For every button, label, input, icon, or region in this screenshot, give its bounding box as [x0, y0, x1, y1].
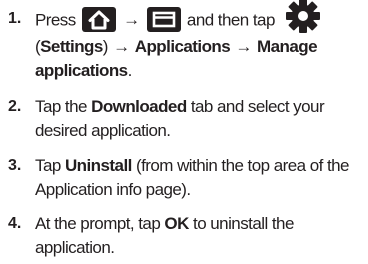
settings-label: Settings — [40, 37, 103, 56]
step-4-line-1: At the prompt, tap OK to uninstall the — [35, 214, 294, 233]
step-1-line-1: Press → and then tap — [35, 0, 323, 34]
ok-label: OK — [164, 214, 189, 233]
arrow-icon: → — [235, 37, 252, 56]
step-3-line-2: Application info page). — [35, 180, 191, 199]
applications-label: applications — [35, 61, 128, 80]
step-text: Press — [35, 10, 76, 30]
step-2-line-1: Tap the Downloaded tab and select your — [35, 97, 325, 116]
arrow-icon: → — [123, 10, 140, 30]
home-key-icon — [81, 6, 116, 32]
step-number: 2. — [8, 98, 22, 115]
step-text: and then tap — [186, 10, 275, 30]
manage-label: Manage — [257, 37, 318, 56]
step-3-line-1: Tap Uninstall (from within the top area … — [35, 156, 350, 175]
settings-gear-icon — [283, 0, 323, 34]
uninstall-label: Uninstall — [64, 156, 132, 175]
step-number: 1. — [8, 10, 22, 27]
step-number: 3. — [8, 157, 22, 174]
arrow-icon: → — [113, 37, 130, 56]
step-2-line-2: desired application. — [35, 121, 171, 140]
menu-key-icon — [146, 6, 181, 32]
step-1-line-3: applications. — [35, 61, 132, 80]
downloaded-label: Downloaded — [91, 97, 187, 116]
step-number: 4. — [8, 215, 22, 232]
step-1-line-2: (Settings) → Applications → Manage — [35, 37, 318, 56]
step-4-line-2: application. — [35, 238, 115, 257]
applications-label: Applications — [134, 37, 231, 56]
